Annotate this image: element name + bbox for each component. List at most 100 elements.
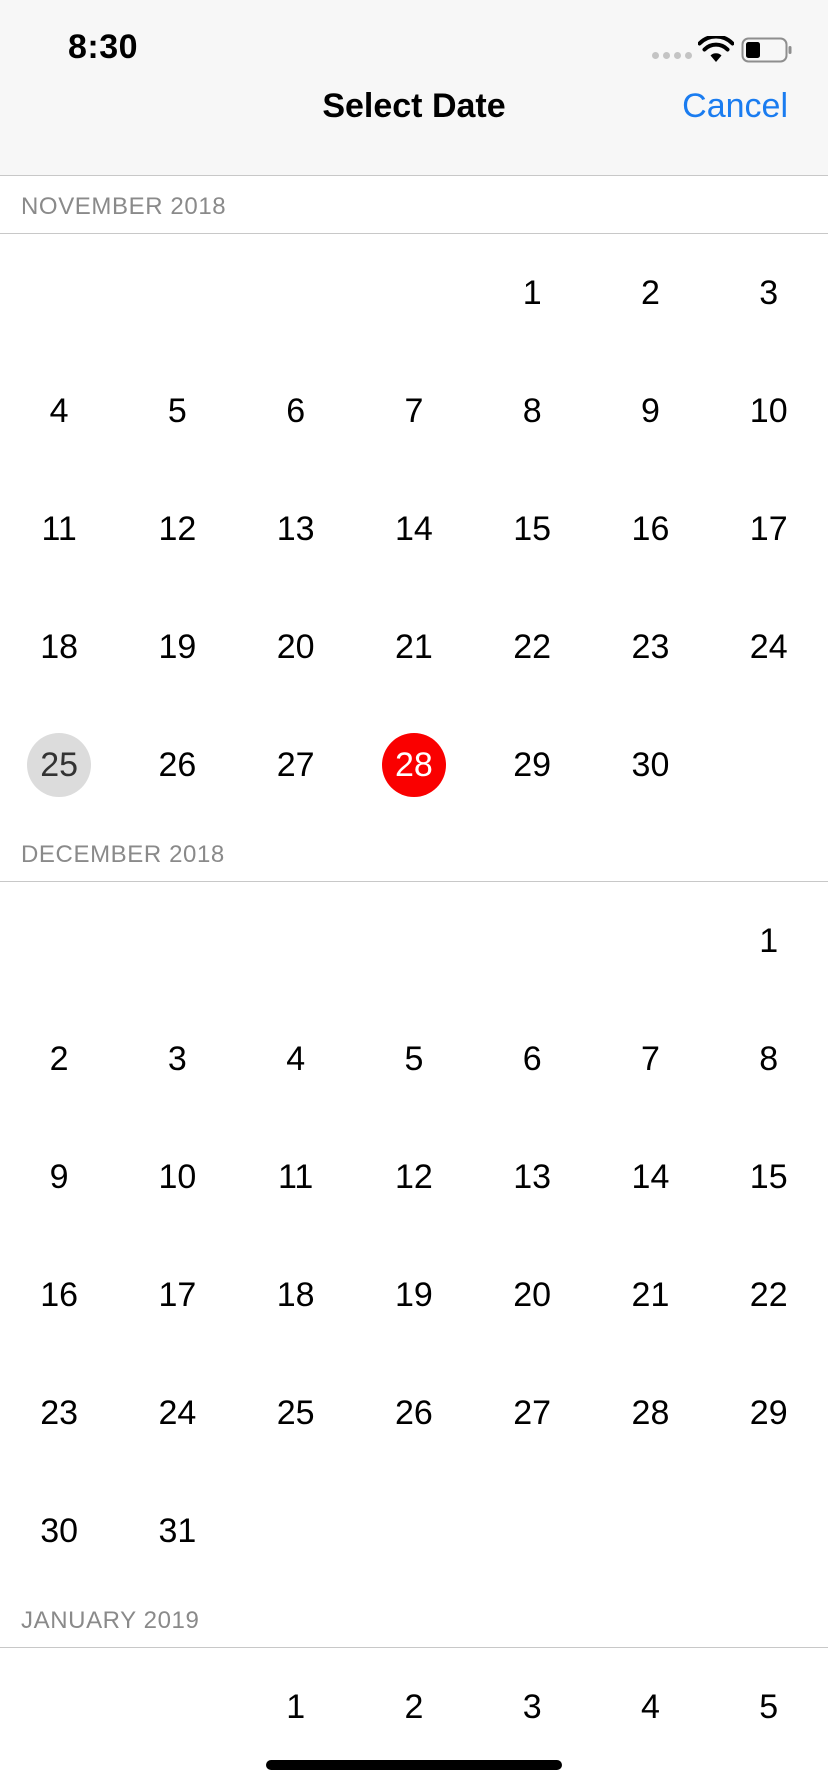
day-number: 1: [286, 1687, 306, 1726]
day-cell[interactable]: 3: [710, 234, 828, 352]
day-cell[interactable]: 18: [0, 588, 118, 706]
day-cell[interactable]: 5: [355, 1000, 473, 1118]
day-cell[interactable]: 26: [355, 1354, 473, 1472]
day-cell[interactable]: 17: [118, 1236, 236, 1354]
day-number: 14: [631, 1157, 670, 1196]
day-cell[interactable]: 20: [473, 1236, 591, 1354]
day-cell[interactable]: 1: [237, 1648, 355, 1766]
day-number: 29: [513, 745, 552, 784]
day-cell[interactable]: 6: [237, 352, 355, 470]
day-cell[interactable]: 4: [237, 1000, 355, 1118]
day-number: 14: [395, 509, 433, 548]
day-number: 3: [522, 1687, 542, 1726]
day-number: 1: [522, 273, 542, 312]
day-cell[interactable]: 10: [118, 1118, 236, 1236]
day-cell[interactable]: 3: [118, 1000, 236, 1118]
day-cell[interactable]: 16: [0, 1236, 118, 1354]
day-cell[interactable]: 29: [710, 1354, 828, 1472]
day-cell[interactable]: 1: [710, 882, 828, 1000]
day-cell[interactable]: 12: [118, 470, 236, 588]
day-cell[interactable]: 21: [355, 588, 473, 706]
day-cell[interactable]: 1: [473, 234, 591, 352]
day-cell[interactable]: 7: [355, 352, 473, 470]
day-number: 22: [513, 627, 552, 666]
day-cell[interactable]: 28: [591, 1354, 709, 1472]
day-number: 23: [40, 1393, 79, 1432]
day-number: 2: [404, 1687, 424, 1726]
day-number: 20: [276, 627, 315, 666]
day-cell[interactable]: 27: [473, 1354, 591, 1472]
empty-day-cell: [0, 234, 118, 352]
day-cell[interactable]: 22: [710, 1236, 828, 1354]
month-title: JANUARY 2019: [21, 1607, 200, 1634]
day-cell[interactable]: 13: [237, 470, 355, 588]
day-number: 19: [395, 1275, 433, 1314]
day-cell[interactable]: 27: [237, 706, 355, 824]
day-number: 21: [395, 627, 433, 666]
day-number: 24: [749, 627, 788, 666]
day-cell[interactable]: 31: [118, 1472, 236, 1590]
day-cell[interactable]: 14: [591, 1118, 709, 1236]
day-cell[interactable]: 11: [237, 1118, 355, 1236]
home-indicator[interactable]: [266, 1760, 562, 1770]
day-cell[interactable]: 22: [473, 588, 591, 706]
day-number: 18: [40, 627, 79, 666]
empty-day-cell: [473, 882, 591, 1000]
day-cell[interactable]: 29: [473, 706, 591, 824]
day-cell[interactable]: 2: [355, 1648, 473, 1766]
day-cell[interactable]: 23: [0, 1354, 118, 1472]
day-cell[interactable]: 24: [710, 588, 828, 706]
day-cell[interactable]: 2: [0, 1000, 118, 1118]
empty-day-cell: [237, 234, 355, 352]
day-cell[interactable]: 18: [237, 1236, 355, 1354]
day-cell[interactable]: 15: [710, 1118, 828, 1236]
day-cell[interactable]: 17: [710, 470, 828, 588]
day-cell[interactable]: 6: [473, 1000, 591, 1118]
day-cell[interactable]: 4: [0, 352, 118, 470]
day-cell[interactable]: 2: [591, 234, 709, 352]
day-number: 17: [158, 1275, 197, 1314]
day-number: 9: [49, 1157, 69, 1196]
day-cell[interactable]: 25: [237, 1354, 355, 1472]
day-cell[interactable]: 8: [473, 352, 591, 470]
day-cell[interactable]: 8: [710, 1000, 828, 1118]
day-number: 2: [49, 1039, 69, 1078]
day-cell[interactable]: 16: [591, 470, 709, 588]
day-number: 5: [167, 391, 187, 430]
day-cell-selected[interactable]: 28: [355, 706, 473, 824]
month-grid: 1 2 3 4 5: [0, 1648, 828, 1766]
day-cell[interactable]: 11: [0, 470, 118, 588]
day-cell[interactable]: 13: [473, 1118, 591, 1236]
day-cell[interactable]: 9: [591, 352, 709, 470]
day-cell[interactable]: 19: [355, 1236, 473, 1354]
day-cell[interactable]: 5: [710, 1648, 828, 1766]
day-cell[interactable]: 23: [591, 588, 709, 706]
day-cell[interactable]: 20: [237, 588, 355, 706]
day-cell[interactable]: 26: [118, 706, 236, 824]
day-cell[interactable]: 30: [591, 706, 709, 824]
day-cell[interactable]: 5: [118, 352, 236, 470]
day-cell[interactable]: 9: [0, 1118, 118, 1236]
calendar-scroll-view[interactable]: NOVEMBER 2018 1 2 3 4 5 6 7 8 9 10 11 12 13 14 15 16 17 18…: [0, 176, 828, 1792]
day-number: 16: [40, 1275, 79, 1314]
day-cell[interactable]: 3: [473, 1648, 591, 1766]
day-cell[interactable]: 19: [118, 588, 236, 706]
day-number: 4: [286, 1039, 306, 1078]
cancel-button[interactable]: Cancel: [682, 80, 788, 132]
screen: 8:30 Select Date Cancel NOVEMBER 2018 1 2 3…: [0, 0, 828, 1792]
day-number: 9: [640, 391, 660, 430]
day-cell[interactable]: 24: [118, 1354, 236, 1472]
day-number: 12: [158, 509, 197, 548]
day-cell[interactable]: 14: [355, 470, 473, 588]
day-cell-today[interactable]: 25: [0, 706, 118, 824]
day-cell[interactable]: 30: [0, 1472, 118, 1590]
day-cell[interactable]: 10: [710, 352, 828, 470]
day-cell[interactable]: 12: [355, 1118, 473, 1236]
day-cell[interactable]: 4: [591, 1648, 709, 1766]
day-cell[interactable]: 7: [591, 1000, 709, 1118]
day-number: 22: [749, 1275, 788, 1314]
day-number: 25: [27, 733, 92, 797]
day-number: 30: [631, 745, 670, 784]
day-cell[interactable]: 15: [473, 470, 591, 588]
day-cell[interactable]: 21: [591, 1236, 709, 1354]
